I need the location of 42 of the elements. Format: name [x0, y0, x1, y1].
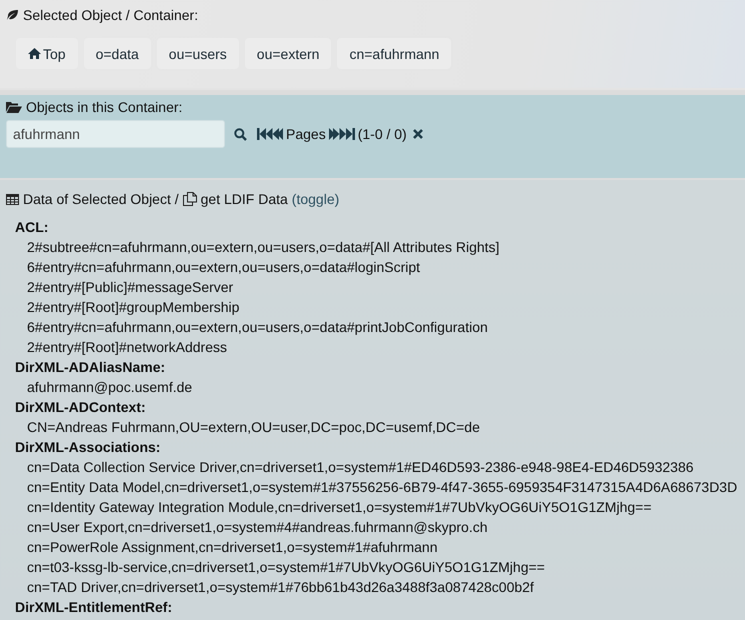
attribute-value: 6#entry#cn=afuhrmann,ou=extern,ou=users,o=data#loginScript	[26, 258, 422, 277]
last-page-icon[interactable]	[328, 128, 355, 140]
attribute-value: 2#entry#[Root]#groupMembership	[26, 298, 240, 317]
attribute-value: cn=PowerRole Assignment,cn=driverset1,o=system#1#afuhrmann	[26, 538, 438, 557]
ldif-link[interactable]: get LDIF Data	[200, 191, 288, 207]
breadcrumb-button[interactable]: cn=afuhrmann	[337, 38, 452, 69]
search-field[interactable]: afuhrmann	[6, 120, 225, 148]
attribute-value: cn=Data Collection Service Driver,cn=driverset1,o=system#1#ED46D593-2386-e948-98E4-ED46D5932386	[26, 458, 695, 477]
attribute-name: DirXML-Associations:	[15, 438, 162, 457]
attribute-value: cn=TAD Driver,cn=driverset1,o=system#1#76bb61b43d26a3488f3a087428c00b2f	[26, 578, 535, 597]
section-title: Data of Selected Object /	[23, 191, 179, 207]
close-icon[interactable]	[412, 129, 423, 139]
leaf-icon	[6, 9, 19, 21]
attribute-value: 6#entry#cn=afuhrmann,ou=extern,ou=users,o=data#printJobConfiguration	[26, 318, 489, 337]
pages-label: Pages	[286, 126, 326, 142]
attribute-value: 2#entry#[Root]#networkAddress	[26, 338, 228, 357]
attribute-name: DirXML-ADContext:	[15, 398, 147, 417]
breadcrumb-button[interactable]: Top	[16, 38, 78, 69]
attribute-value: 2#subtree#cn=afuhrmann,ou=extern,ou=users,o=data#[All Attributes Rights]	[26, 238, 500, 257]
section-title: Selected Object / Container:	[23, 7, 198, 23]
attribute-value: cn=User Export,cn=driverset1,o=system#4#andreas.fuhrmann@skypro.ch	[26, 518, 488, 537]
breadcrumb-button[interactable]: ou=users	[156, 38, 239, 69]
attribute-name: DirXML-ADAliasName:	[15, 358, 166, 377]
attribute-value: 2#entry#[Public]#messageServer	[26, 278, 234, 297]
toggle-link[interactable]: (toggle)	[292, 191, 340, 207]
table-icon	[6, 194, 19, 204]
search-icon[interactable]	[234, 128, 247, 140]
attribute-value: CN=Andreas Fuhrmann,OU=extern,OU=user,DC=poc,DC=usemf,DC=de	[26, 418, 481, 437]
attribute-value: cn=t03-kssg-lb-service,cn=driverset1,o=system#1#7UbVkyOG6UiY5O1G1ZMjhg==	[26, 558, 546, 577]
first-page-icon[interactable]	[257, 128, 283, 140]
attribute-value: cn=Identity Gateway Integration Module,cn=driverset1,o=system#1#7UbVkyOG6UiY5O1G1ZMjhg==	[26, 498, 652, 517]
attribute-value: cn=Entity Data Model,cn=driverset1,o=system#1#37556256-6B79-4f47-3655-6959354F3147315A4D6A68673D3D	[26, 478, 738, 497]
page-range: (1-0 / 0)	[358, 126, 407, 142]
attribute-name: ACL:	[15, 218, 50, 237]
attribute-name: DirXML-EntitlementRef:	[15, 598, 174, 617]
breadcrumb-button[interactable]: ou=extern	[244, 38, 332, 69]
copy-icon	[182, 192, 197, 206]
folder-icon	[6, 101, 22, 113]
section-title: Objects in this Container:	[26, 99, 182, 115]
attribute-value: afuhrmann@poc.usemf.de	[26, 378, 194, 397]
breadcrumb-button[interactable]: o=data	[84, 38, 151, 69]
home-icon	[28, 48, 41, 59]
